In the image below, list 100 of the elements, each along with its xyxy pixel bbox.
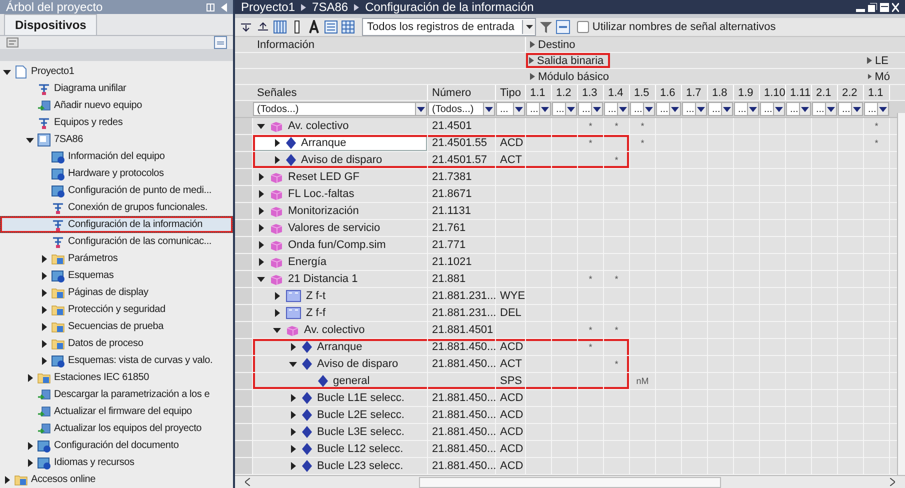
table-cell[interactable]: Z f-t bbox=[253, 288, 428, 304]
tree-item[interactable]: Páginas de display bbox=[0, 284, 233, 301]
signal-name: Aviso de disparo bbox=[317, 358, 398, 370]
tree-item[interactable]: Esquemas bbox=[0, 267, 233, 284]
signal-name: Z f-t bbox=[306, 290, 326, 302]
column-header[interactable]: 1.8 bbox=[708, 85, 734, 100]
table-cell: * bbox=[604, 322, 630, 338]
filter-field[interactable]: (Todos...) bbox=[253, 102, 427, 116]
tree-item[interactable]: Configuración del documento bbox=[0, 437, 233, 454]
tree-item[interactable]: Añadir nuevo equipo bbox=[0, 97, 233, 114]
tree-item[interactable]: Diagrama unifilar bbox=[0, 80, 233, 97]
table-cell: 21.4501.57 bbox=[428, 152, 496, 168]
breadcrumb-item[interactable]: 7SA86 bbox=[312, 0, 348, 14]
tree-item[interactable]: Configuración de la información bbox=[0, 216, 233, 233]
signal-name: Onda fun/Comp.sim bbox=[288, 239, 386, 251]
column-header[interactable]: 1.1 bbox=[526, 85, 552, 100]
tree-item[interactable]: Información del equipo bbox=[0, 148, 233, 165]
column-header[interactable]: 1.4 bbox=[604, 85, 630, 100]
table-cell[interactable]: Arranque bbox=[253, 339, 428, 355]
filter-field[interactable]: ... bbox=[786, 102, 811, 116]
tree-item[interactable]: Hardware y protocolos bbox=[0, 165, 233, 182]
tree-item[interactable]: Idiomas y recursos bbox=[0, 454, 233, 471]
filter-field[interactable]: ... bbox=[552, 102, 577, 116]
filter-field[interactable]: ... bbox=[708, 102, 733, 116]
tree-item[interactable]: Conexión de grupos funcionales. bbox=[0, 199, 233, 216]
table-cell[interactable]: Z f-f bbox=[253, 305, 428, 321]
column-header[interactable]: 1.7 bbox=[682, 85, 708, 100]
signal-name: Bucle L3E selecc. bbox=[317, 426, 404, 438]
table-cell[interactable]: Av. colectivo bbox=[253, 322, 428, 338]
column-header[interactable]: 1.6 bbox=[656, 85, 682, 100]
panel-title: Árbol del proyecto bbox=[6, 0, 104, 14]
filter-field[interactable]: (Todos...) bbox=[428, 102, 495, 116]
table-cell[interactable]: Bucle L1E selecc. bbox=[253, 390, 428, 406]
column-header[interactable]: 1.11 bbox=[786, 85, 812, 100]
filter-field[interactable]: ... bbox=[630, 102, 655, 116]
table-cell: ACD bbox=[496, 441, 526, 457]
filter-field[interactable]: ... bbox=[812, 102, 837, 116]
tree-item[interactable]: Proyecto1 bbox=[0, 63, 233, 80]
column-header[interactable]: 2.2 bbox=[838, 85, 864, 100]
table-cell[interactable]: Arranque bbox=[253, 135, 428, 151]
tree-item[interactable]: Configuración de las comunicac... bbox=[0, 233, 233, 250]
column-header[interactable]: 1.10 bbox=[760, 85, 786, 100]
table-cell[interactable]: Aviso de disparo bbox=[253, 356, 428, 372]
tree-item[interactable]: Estaciones IEC 61850 bbox=[0, 369, 233, 386]
table-cell[interactable]: Reset LED GF bbox=[253, 169, 428, 185]
column-header[interactable]: 1.9 bbox=[734, 85, 760, 100]
column-header[interactable]: Número bbox=[428, 85, 496, 100]
tab[interactable]: Dispositivos bbox=[4, 14, 98, 35]
tree-item[interactable]: Equipos y redes bbox=[0, 114, 233, 131]
column-header[interactable]: 1.2 bbox=[552, 85, 578, 100]
filter-field[interactable]: ... bbox=[760, 102, 785, 116]
column-header[interactable]: 1.1 bbox=[864, 85, 890, 100]
tree-item[interactable]: Parámetros bbox=[0, 250, 233, 267]
column-header[interactable]: 1.5 bbox=[630, 85, 656, 100]
filter-dropdown[interactable]: Todos los registros de entrada bbox=[362, 18, 536, 36]
tree-item[interactable]: Datos de proceso bbox=[0, 335, 233, 352]
table-cell[interactable]: Aviso de disparo bbox=[253, 152, 428, 168]
column-group-header: Mó bbox=[874, 70, 890, 82]
table-cell[interactable]: Energía bbox=[253, 254, 428, 270]
table-cell[interactable]: general bbox=[253, 373, 428, 389]
table-cell[interactable]: Av. colectivo bbox=[253, 118, 428, 134]
tree-item[interactable]: Accesos online bbox=[0, 471, 233, 488]
signal-name: Energía bbox=[288, 256, 327, 268]
signal-name: Z f-f bbox=[306, 307, 326, 319]
tree-item[interactable]: Esquemas: vista de curvas y valo. bbox=[0, 352, 233, 369]
filter-field[interactable]: ... bbox=[496, 102, 525, 116]
filter-field[interactable]: ... bbox=[656, 102, 681, 116]
column-header[interactable]: 1.3 bbox=[578, 85, 604, 100]
table-cell[interactable]: Bucle L12 selecc. bbox=[253, 441, 428, 457]
tree-item[interactable]: Configuración de punto de medi... bbox=[0, 182, 233, 199]
table-cell[interactable]: 21 Distancia 1 bbox=[253, 271, 428, 287]
tree-item[interactable]: Secuencias de prueba bbox=[0, 318, 233, 335]
signal-name: general bbox=[333, 375, 370, 387]
column-header[interactable]: Señales bbox=[253, 85, 428, 100]
filter-field[interactable]: ... bbox=[838, 102, 863, 116]
tree-item[interactable]: Actualizar los equipos del proyecto bbox=[0, 420, 233, 437]
table-cell: 21.881.4501 bbox=[428, 322, 496, 338]
filter-field[interactable]: ... bbox=[682, 102, 707, 116]
table-cell[interactable]: Monitorización bbox=[253, 203, 428, 219]
filter-field[interactable]: ... bbox=[604, 102, 629, 116]
filter-field[interactable]: ... bbox=[578, 102, 603, 116]
column-header[interactable]: Tipo bbox=[496, 85, 526, 100]
table-cell[interactable]: Onda fun/Comp.sim bbox=[253, 237, 428, 253]
filter-field[interactable]: ... bbox=[526, 102, 551, 116]
tree-item[interactable]: 7SA86 bbox=[0, 131, 233, 148]
filter-field[interactable]: ... bbox=[734, 102, 759, 116]
table-cell: 21.881.231... bbox=[428, 288, 496, 304]
breadcrumb-item[interactable]: Proyecto1 bbox=[241, 0, 296, 14]
table-cell[interactable]: Bucle L2E selecc. bbox=[253, 407, 428, 423]
tree-item[interactable]: Actualizar el firmware del equipo bbox=[0, 403, 233, 420]
breadcrumb-item[interactable]: Configuración de la información bbox=[365, 0, 534, 14]
table-cell[interactable]: Valores de servicio bbox=[253, 220, 428, 236]
table-cell[interactable]: Bucle L23 selecc. bbox=[253, 458, 428, 474]
column-header[interactable]: 2.1 bbox=[812, 85, 838, 100]
filter-field[interactable]: ... bbox=[864, 102, 889, 116]
tree-item[interactable]: Descargar la parametrización a los e bbox=[0, 386, 233, 403]
table-cell[interactable]: FL Loc.-faltas bbox=[253, 186, 428, 202]
tree-item[interactable]: Protección y seguridad bbox=[0, 301, 233, 318]
signal-name: Arranque bbox=[317, 341, 362, 353]
table-cell[interactable]: Bucle L3E selecc. bbox=[253, 424, 428, 440]
